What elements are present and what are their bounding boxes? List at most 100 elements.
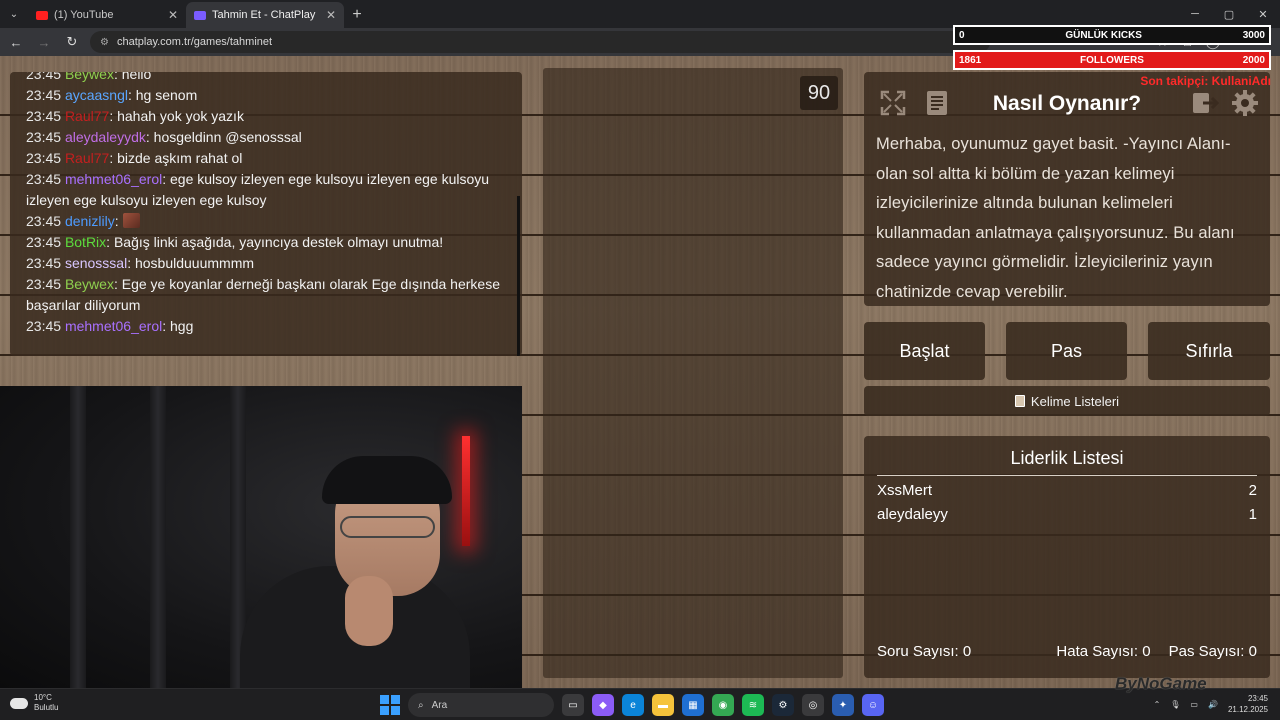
error-count-value: 0 [1142,643,1151,660]
chat-username[interactable]: aycaasngl [65,87,128,103]
pass-button[interactable]: Pas [1006,322,1127,380]
chat-message: 23:45 Beywex: hello [26,72,506,85]
chat-text: hahah yok yok yazık [117,108,244,124]
chat-panel: 23:45 Beywex: hello 23:45 aycaasngl: hg s… [10,72,522,356]
tray-chevron-icon[interactable]: ⌃ [1154,700,1161,709]
daily-kicks-goal-bar: 0 GÜNLÜK KICKS 3000 [953,25,1271,45]
chat-timestamp: 23:45 [26,318,62,334]
chat-timestamp: 23:45 [26,129,62,145]
chat-text: Bağış linki aşağıda, yayıncıya destek ol… [113,234,444,250]
obs-icon[interactable]: ◎ [802,694,824,716]
close-window-icon[interactable]: ✕ [1246,0,1280,28]
microphone-icon[interactable]: 🎙 [1170,700,1180,709]
search-icon: ⌕ [418,699,424,711]
weather-widget[interactable]: 10°C Bulutlu [10,693,58,713]
system-clock[interactable]: 23:45 21.12.2025 [1228,693,1268,715]
weather-desc: Bulutlu [34,703,59,712]
streamer-glasses [340,516,435,538]
leaderboard-row: aleydaleyy 1 [877,506,1257,524]
chat-text: hgg [170,318,194,334]
red-led-light [462,436,470,546]
followers-current: 1861 [959,54,982,66]
copilot-icon[interactable]: ◆ [592,694,614,716]
url-text: chatplay.com.tr/games/tahminet [116,36,273,48]
chat-message: 23:45 BotRix: Bağış linki aşağıda, yayın… [26,234,444,250]
pass-count: Pas Sayısı: 0 [1169,643,1257,660]
back-icon[interactable]: ← [4,30,28,54]
chat-username[interactable]: Beywex [65,72,114,82]
forward-icon[interactable]: → [32,30,56,54]
weather-temp: 10°C [34,693,52,702]
chat-username[interactable]: mehmet06_erol [65,318,162,334]
chat-username[interactable]: denizlily [65,213,115,229]
reset-button[interactable]: Sıfırla [1148,322,1270,380]
followers-goal-bar: 1861 FOLLOWERS 2000 [953,50,1271,70]
address-bar[interactable]: ⚙ chatplay.com.tr/games/tahminet [90,31,990,53]
word-lists-button[interactable]: Kelime Listeleri [864,386,1270,416]
volume-icon[interactable]: 🔊 [1208,700,1218,709]
chat-timestamp: 23:45 [26,108,62,124]
game-page: 23:45 Beywex: hello 23:45 aycaasngl: hg s… [0,56,1280,688]
game-board [543,68,843,678]
pass-count-label: Pas Sayısı: [1168,643,1245,660]
discord-icon[interactable]: ☺ [862,694,884,716]
spotify-icon[interactable]: ≋ [742,694,764,716]
chat-username[interactable]: Beywex [65,276,114,292]
edge-icon[interactable]: e [622,694,644,716]
tab-label: Tahmin Et - ChatPlay [212,9,316,21]
new-tab-button[interactable]: + [344,2,370,28]
chat-username[interactable]: mehmet06_erol [65,171,162,187]
window-controls: ─ ▢ ✕ [1178,0,1280,28]
chat-username[interactable]: senosssal [65,255,127,271]
chat-username[interactable]: Raul77 [65,108,109,124]
streamer-cap [322,456,452,504]
chat-username[interactable]: BotRix [65,234,106,250]
site-info-icon[interactable]: ⚙ [100,37,109,48]
how-to-play-panel: Nasıl Oynanır? Merhaba, oyunumuz gayet b… [864,72,1270,306]
settings-gear-icon[interactable] [1228,86,1262,120]
bynogame-watermark: ByNoGame [1115,674,1207,693]
search-placeholder: Ara [431,699,448,711]
windows-start-icon[interactable] [380,695,400,715]
launcher-icon[interactable]: ✦ [832,694,854,716]
chat-message: 23:45 Raul77: bizde aşkım rahat ol [26,150,243,166]
chat-timestamp: 23:45 [26,72,62,82]
chat-scrollbar[interactable] [517,196,520,356]
start-button[interactable]: Başlat [864,322,985,380]
webcam-feed [0,386,522,688]
tab-chatplay[interactable]: Tahmin Et - ChatPlay ✕ [186,2,344,28]
taskbar-search[interactable]: ⌕ Ara [408,693,554,717]
system-tray: ⌃ 🎙 ▭ 🔊 23:45 21.12.2025 [1154,693,1268,715]
curtain-fold [150,386,166,688]
file-explorer-icon[interactable]: ▬ [652,694,674,716]
chat-message: 23:45 aycaasngl: hg senom [26,87,198,103]
followers-target: 2000 [1242,54,1265,66]
tab-youtube[interactable]: (1) YouTube ✕ [28,2,186,28]
chat-username[interactable]: Raul77 [65,150,109,166]
chat-text: bizde aşkım rahat ol [117,150,243,166]
exit-icon[interactable] [1188,86,1222,120]
store-icon[interactable]: ▦ [682,694,704,716]
chat-timestamp: 23:45 [26,213,62,229]
display-icon[interactable]: ▭ [1190,700,1198,709]
close-tab-icon[interactable]: ✕ [168,8,178,22]
chat-message: 23:45 mehmet06_erol: hgg [26,318,194,334]
kicks-target: 3000 [1242,29,1265,41]
chat-message: 23:45 denizlily: [26,211,506,232]
chat-message-list: 23:45 Beywex: hello 23:45 aycaasngl: hg s… [26,72,506,337]
task-view-icon[interactable]: ▭ [562,694,584,716]
leaderboard-title: Liderlik Listesi [877,448,1257,476]
minimize-icon[interactable]: ─ [1178,0,1212,28]
close-tab-icon[interactable]: ✕ [326,8,336,22]
chat-text: hg senom [135,87,198,103]
steam-icon[interactable]: ⚙ [772,694,794,716]
tab-search-icon[interactable]: ⌄ [0,0,28,28]
chat-username[interactable]: aleydaleyydk [65,129,146,145]
maximize-icon[interactable]: ▢ [1212,0,1246,28]
cloud-icon [10,697,28,709]
chat-message: 23:45 mehmet06_erol: ege kulsoy izleyen … [26,171,490,208]
reload-icon[interactable]: ↻ [60,30,84,54]
chrome-icon[interactable]: ◉ [712,694,734,716]
question-count: Soru Sayısı: 0 [877,643,971,660]
taskbar-apps: ⌕ Ara ▭ ◆ e ▬ ▦ ◉ ≋ ⚙ ◎ ✦ ☺ [380,693,884,717]
